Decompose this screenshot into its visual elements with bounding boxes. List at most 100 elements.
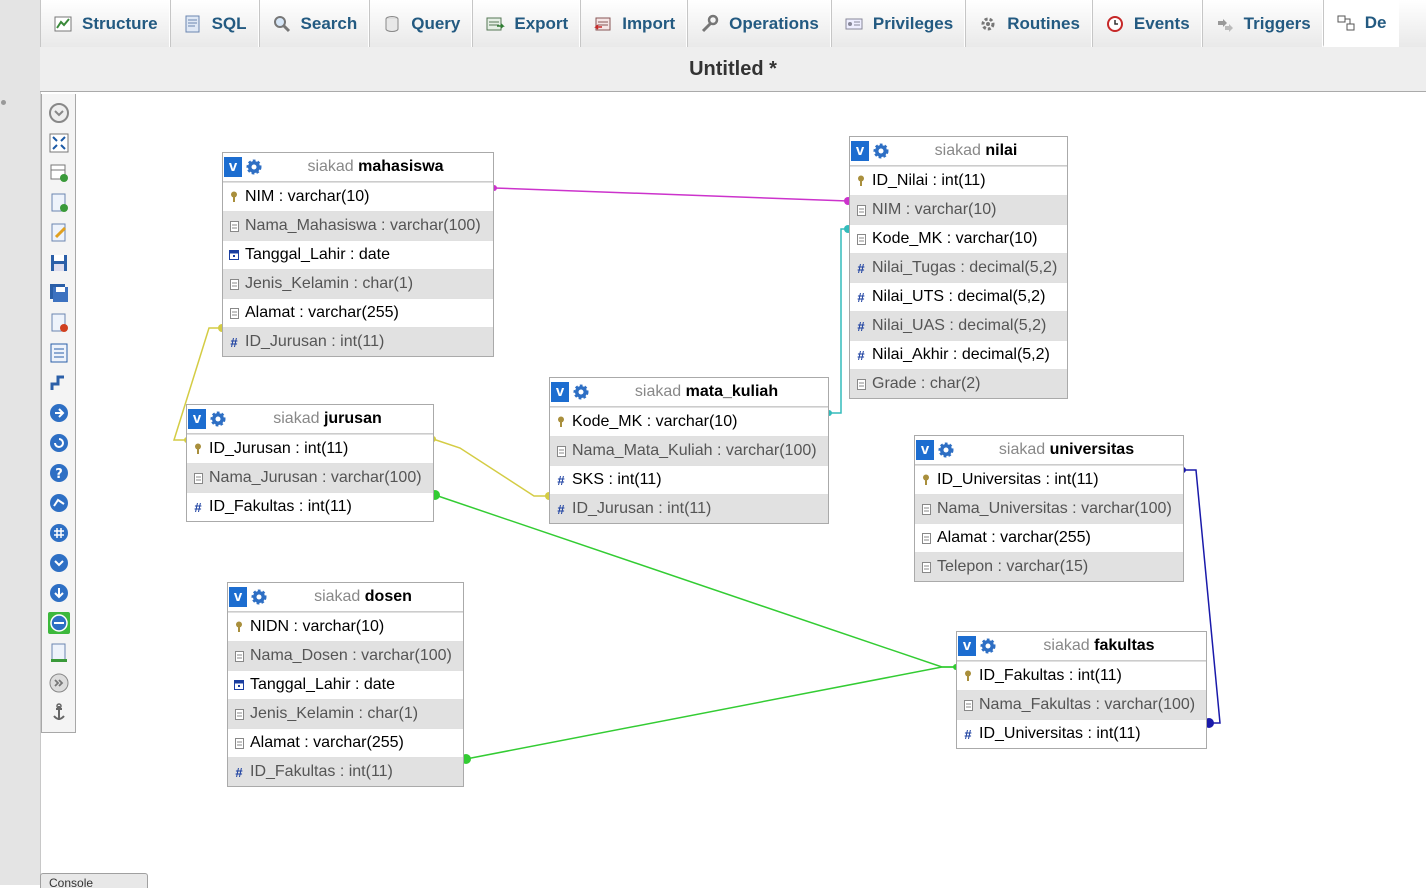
tab-export[interactable]: Export (472, 0, 581, 47)
gear-icon[interactable] (936, 440, 956, 460)
column-row[interactable]: Nama_Universitas : varchar(100) (915, 494, 1183, 523)
table-universitas[interactable]: v siakad universitas ID_Universitas : in… (914, 435, 1184, 582)
relation-jurusan-mata-kuliah[interactable] (430, 436, 553, 500)
column-row[interactable]: Alamat : varchar(255) (228, 728, 463, 757)
table-mahasiswa[interactable]: v siakad mahasiswa NIM : varchar(10) Nam… (222, 152, 494, 357)
column-row[interactable]: Nama_Dosen : varchar(100) (228, 641, 463, 670)
export-schema-icon[interactable] (48, 642, 70, 664)
column-row[interactable]: Jenis_Kelamin : char(1) (228, 699, 463, 728)
column-row[interactable]: # SKS : int(11) (550, 465, 828, 494)
tab-search[interactable]: Search (258, 0, 370, 47)
table-mata-kuliah[interactable]: v siakad mata_kuliah Kode_MK : varchar(1… (549, 377, 829, 524)
table-header[interactable]: v siakad fakultas (957, 632, 1206, 661)
column-row[interactable]: Nama_Mata_Kuliah : varchar(100) (550, 436, 828, 465)
column-row[interactable]: # ID_Universitas : int(11) (957, 719, 1206, 748)
create-relation-icon[interactable] (48, 372, 70, 394)
toggle-columns-button[interactable]: v (229, 587, 247, 607)
column-row[interactable]: ID_Jurusan : int(11) (187, 434, 433, 463)
column-row[interactable]: # Nilai_UAS : decimal(5,2) (850, 311, 1067, 340)
column-row[interactable]: # ID_Fakultas : int(11) (187, 492, 433, 521)
relation-mahasiswa-nilai[interactable] (491, 185, 852, 205)
show-all-icon[interactable] (48, 102, 70, 124)
tab-triggers[interactable]: Triggers (1201, 0, 1323, 47)
save-as-icon[interactable] (48, 282, 70, 304)
tab-events[interactable]: Events (1091, 0, 1202, 47)
toggle-columns-button[interactable]: v (958, 636, 976, 656)
table-header[interactable]: v siakad nilai (850, 137, 1067, 166)
column-row[interactable]: Nama_Mahasiswa : varchar(100) (223, 211, 493, 240)
relation-lines-icon[interactable] (48, 612, 70, 634)
snap-to-grid-icon[interactable] (48, 522, 70, 544)
gear-icon[interactable] (249, 587, 269, 607)
column-row[interactable]: NIDN : varchar(10) (228, 612, 463, 641)
toggle-columns-button[interactable]: v (916, 440, 934, 460)
column-row[interactable]: # ID_Jurusan : int(11) (550, 494, 828, 523)
gear-icon[interactable] (978, 636, 998, 656)
toggle-columns-button[interactable]: v (551, 382, 569, 402)
tab-operations[interactable]: Operations (687, 0, 831, 47)
tab-sql[interactable]: SQL (169, 0, 259, 47)
tab-privileges[interactable]: Privileges (830, 0, 966, 47)
column-row[interactable]: # ID_Jurusan : int(11) (223, 327, 493, 356)
relation-fakultas-dosen[interactable] (461, 666, 956, 764)
toggle-small-big-icon[interactable] (48, 582, 70, 604)
column-row[interactable]: ID_Nilai : int(11) (850, 166, 1067, 195)
tab-structure[interactable]: Structure (40, 0, 170, 47)
pin-text-icon[interactable] (48, 702, 70, 724)
column-row[interactable]: Kode_MK : varchar(10) (850, 224, 1067, 253)
column-row[interactable]: ID_Fakultas : int(11) (957, 661, 1206, 690)
table-header[interactable]: v siakad dosen (228, 583, 463, 612)
column-row[interactable]: # Nilai_Tugas : decimal(5,2) (850, 253, 1067, 282)
new-page-icon[interactable] (48, 192, 70, 214)
column-row[interactable]: Telepon : varchar(15) (915, 552, 1183, 581)
help-icon[interactable]: ? (48, 462, 70, 484)
open-page-icon[interactable] (48, 222, 70, 244)
delete-pages-icon[interactable] (48, 312, 70, 334)
save-page-icon[interactable] (48, 252, 70, 274)
column-row[interactable]: Alamat : varchar(255) (223, 298, 493, 327)
toggle-fullscreen-icon[interactable] (48, 132, 70, 154)
gear-icon[interactable] (571, 382, 591, 402)
column-row[interactable]: ID_Universitas : int(11) (915, 465, 1183, 494)
column-row[interactable]: NIM : varchar(10) (223, 182, 493, 211)
toggle-columns-button[interactable]: v (224, 157, 242, 177)
move-menu-icon[interactable] (48, 672, 70, 694)
date-column-icon (234, 679, 244, 692)
tab-import[interactable]: Import (580, 0, 688, 47)
small-big-all-icon[interactable] (48, 552, 70, 574)
column-row[interactable]: Nama_Jurusan : varchar(100) (187, 463, 433, 492)
toggle-columns-button[interactable]: v (188, 409, 206, 429)
column-row[interactable]: NIM : varchar(10) (850, 195, 1067, 224)
toggle-columns-button[interactable]: v (851, 141, 869, 161)
column-row[interactable]: Kode_MK : varchar(10) (550, 407, 828, 436)
console-tab[interactable]: Console (40, 873, 148, 888)
choose-column-icon[interactable] (48, 402, 70, 424)
gear-icon[interactable] (244, 157, 264, 177)
add-tables-icon[interactable] (48, 162, 70, 184)
create-table-icon[interactable] (48, 342, 70, 364)
table-nilai[interactable]: v siakad nilai ID_Nilai : int(11) NIM : … (849, 136, 1068, 399)
column-row[interactable]: # Nilai_UTS : decimal(5,2) (850, 282, 1067, 311)
table-header[interactable]: v siakad mata_kuliah (550, 378, 828, 407)
table-header[interactable]: v siakad jurusan (187, 405, 433, 434)
angular-links-icon[interactable] (48, 492, 70, 514)
column-row[interactable]: Grade : char(2) (850, 369, 1067, 398)
gear-icon[interactable] (208, 409, 228, 429)
tab-query[interactable]: Query (369, 0, 473, 47)
table-jurusan[interactable]: v siakad jurusan ID_Jurusan : int(11) Na… (186, 404, 434, 522)
column-row[interactable]: # ID_Fakultas : int(11) (228, 757, 463, 786)
column-row[interactable]: Jenis_Kelamin : char(1) (223, 269, 493, 298)
table-fakultas[interactable]: v siakad fakultas ID_Fakultas : int(11) … (956, 631, 1207, 749)
column-row[interactable]: Nama_Fakultas : varchar(100) (957, 690, 1206, 719)
column-row[interactable]: # Nilai_Akhir : decimal(5,2) (850, 340, 1067, 369)
tab-routines[interactable]: Routines (965, 0, 1092, 47)
column-row[interactable]: Tanggal_Lahir : date (228, 670, 463, 699)
table-dosen[interactable]: v siakad dosen NIDN : varchar(10) Nama_D… (227, 582, 464, 787)
column-row[interactable]: Alamat : varchar(255) (915, 523, 1183, 552)
reload-icon[interactable] (48, 432, 70, 454)
table-header[interactable]: v siakad universitas (915, 436, 1183, 465)
tab-designer[interactable]: De (1322, 0, 1399, 47)
column-row[interactable]: Tanggal_Lahir : date (223, 240, 493, 269)
gear-icon[interactable] (871, 141, 891, 161)
table-header[interactable]: v siakad mahasiswa (223, 153, 493, 182)
